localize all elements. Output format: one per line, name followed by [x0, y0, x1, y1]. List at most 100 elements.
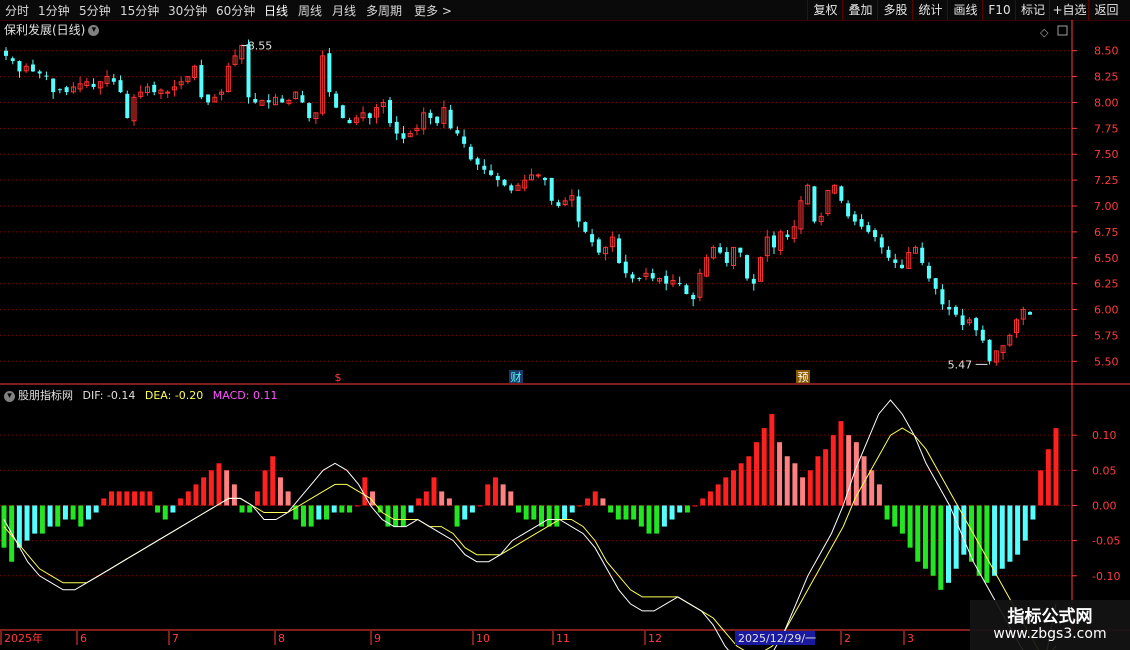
- price-panel-title: 保利发展(日线) ▾: [4, 21, 100, 38]
- macd-bar: [300, 505, 306, 527]
- macd-tick-label: -0.10: [1092, 570, 1120, 583]
- candle-body: [745, 255, 750, 279]
- candle-body: [886, 249, 891, 258]
- candle-body: [489, 170, 494, 175]
- candle-body: [691, 294, 696, 300]
- candle-body: [10, 58, 15, 62]
- macd-bar: [569, 505, 575, 513]
- f10-button[interactable]: F10: [982, 0, 1016, 20]
- candle-body: [448, 109, 453, 129]
- candle-body: [987, 339, 992, 362]
- indicator-menu-icon[interactable]: ▾: [4, 390, 15, 402]
- tab-more[interactable]: 更多 >: [414, 2, 452, 19]
- candle-body: [171, 86, 177, 91]
- tab-30min[interactable]: 30分钟: [168, 2, 207, 19]
- macd-bar: [707, 491, 713, 506]
- tab-5min[interactable]: 5分钟: [79, 2, 111, 19]
- macd-bar: [930, 505, 936, 576]
- tab-60min[interactable]: 60分钟: [216, 2, 255, 19]
- restore-rights-button[interactable]: 复权: [807, 0, 843, 20]
- statistics-button[interactable]: 统计: [912, 0, 948, 20]
- macd-bar: [1030, 505, 1036, 520]
- macd-bar: [208, 470, 214, 506]
- candle-body: [152, 84, 157, 93]
- candle-body: [293, 91, 299, 100]
- candle-body: [144, 86, 150, 94]
- macd-bar: [830, 435, 836, 506]
- tab-1min[interactable]: 1分钟: [38, 2, 70, 19]
- candle-body: [232, 55, 238, 65]
- mark-button[interactable]: 标记: [1015, 0, 1050, 20]
- date-axis: 2025年 6 7 8 9 10 11 12 2025/12/29/一 2 3: [0, 631, 914, 645]
- timeframe-toolbar: 分时 1分钟 5分钟 15分钟 30分钟 60分钟 日线 周线 月线 多周期 更…: [0, 0, 1130, 21]
- macd-bar: [508, 491, 514, 506]
- back-button[interactable]: 返回: [1088, 0, 1124, 20]
- multi-stock-button[interactable]: 多股: [877, 0, 913, 20]
- candle-body: [812, 186, 817, 222]
- price-tick-label: 7.25: [1094, 174, 1119, 187]
- candle-body: [980, 329, 985, 341]
- price-tick-label: 7.50: [1094, 148, 1119, 161]
- macd-bar: [370, 491, 376, 506]
- dropdown-icon[interactable]: ▾: [88, 25, 100, 36]
- tab-timeshare[interactable]: 分时: [5, 2, 29, 19]
- overlay-button[interactable]: 叠加: [842, 0, 878, 20]
- candle-body: [953, 306, 958, 315]
- macd-tick-label: 0.10: [1092, 429, 1117, 442]
- candle-body: [97, 81, 103, 89]
- macd-bar: [285, 491, 291, 506]
- macd-bar: [1022, 505, 1028, 541]
- candle-body: [253, 98, 258, 103]
- date-tick-label: 2: [844, 632, 851, 645]
- tab-monthly[interactable]: 月线: [332, 2, 356, 19]
- candle-body: [906, 252, 912, 269]
- indicator-name: 股朋指标网: [18, 389, 73, 402]
- tab-weekly[interactable]: 周线: [298, 2, 322, 19]
- macd-bar: [492, 477, 498, 506]
- macd-bar: [700, 498, 706, 506]
- tab-daily[interactable]: 日线: [264, 2, 288, 19]
- macd-bar: [78, 505, 84, 527]
- macd-bar: [185, 491, 191, 506]
- macd-bar: [953, 505, 959, 569]
- macd-bar: [24, 505, 30, 541]
- macd-tick-label: 0.00: [1092, 499, 1117, 512]
- candle-body: [495, 175, 500, 181]
- candle-body: [1028, 312, 1032, 315]
- candle-body: [246, 44, 251, 98]
- draw-line-button[interactable]: 画线: [947, 0, 983, 20]
- event-marker-bg: [509, 370, 523, 383]
- macd-bar: [738, 463, 744, 506]
- macd-bar: [324, 505, 330, 520]
- candle-body: [637, 278, 642, 280]
- price-tick-label: 8.00: [1094, 96, 1119, 109]
- low-price-label: 5.47: [948, 358, 973, 371]
- high-price-label: 8.55: [248, 40, 273, 53]
- tab-15min[interactable]: 15分钟: [120, 2, 159, 19]
- add-watchlist-button[interactable]: +自选: [1049, 0, 1089, 20]
- macd-bar: [462, 505, 468, 520]
- candle-body: [185, 76, 191, 82]
- macd-bar: [270, 456, 276, 506]
- candle-body: [947, 306, 952, 310]
- candle-body: [374, 107, 380, 118]
- candle-body: [367, 113, 372, 118]
- candle-body: [468, 146, 473, 160]
- macd-bar: [523, 505, 529, 520]
- candle-body: [751, 278, 756, 284]
- candle-body: [515, 184, 521, 191]
- macd-bar: [308, 505, 314, 527]
- macd-bar: [677, 505, 683, 513]
- event-marker-bg: [331, 370, 345, 383]
- candle-body: [125, 93, 130, 118]
- macd-bar: [922, 505, 928, 569]
- candle-body: [846, 203, 851, 217]
- tab-multi-period[interactable]: 多周期: [366, 2, 402, 19]
- candle-body: [455, 130, 460, 134]
- macd-bar: [239, 505, 245, 513]
- candle-body: [900, 264, 904, 269]
- macd-bar: [139, 491, 145, 506]
- candle-body: [650, 273, 655, 279]
- candle-body: [70, 86, 76, 93]
- macd-bar: [769, 414, 775, 506]
